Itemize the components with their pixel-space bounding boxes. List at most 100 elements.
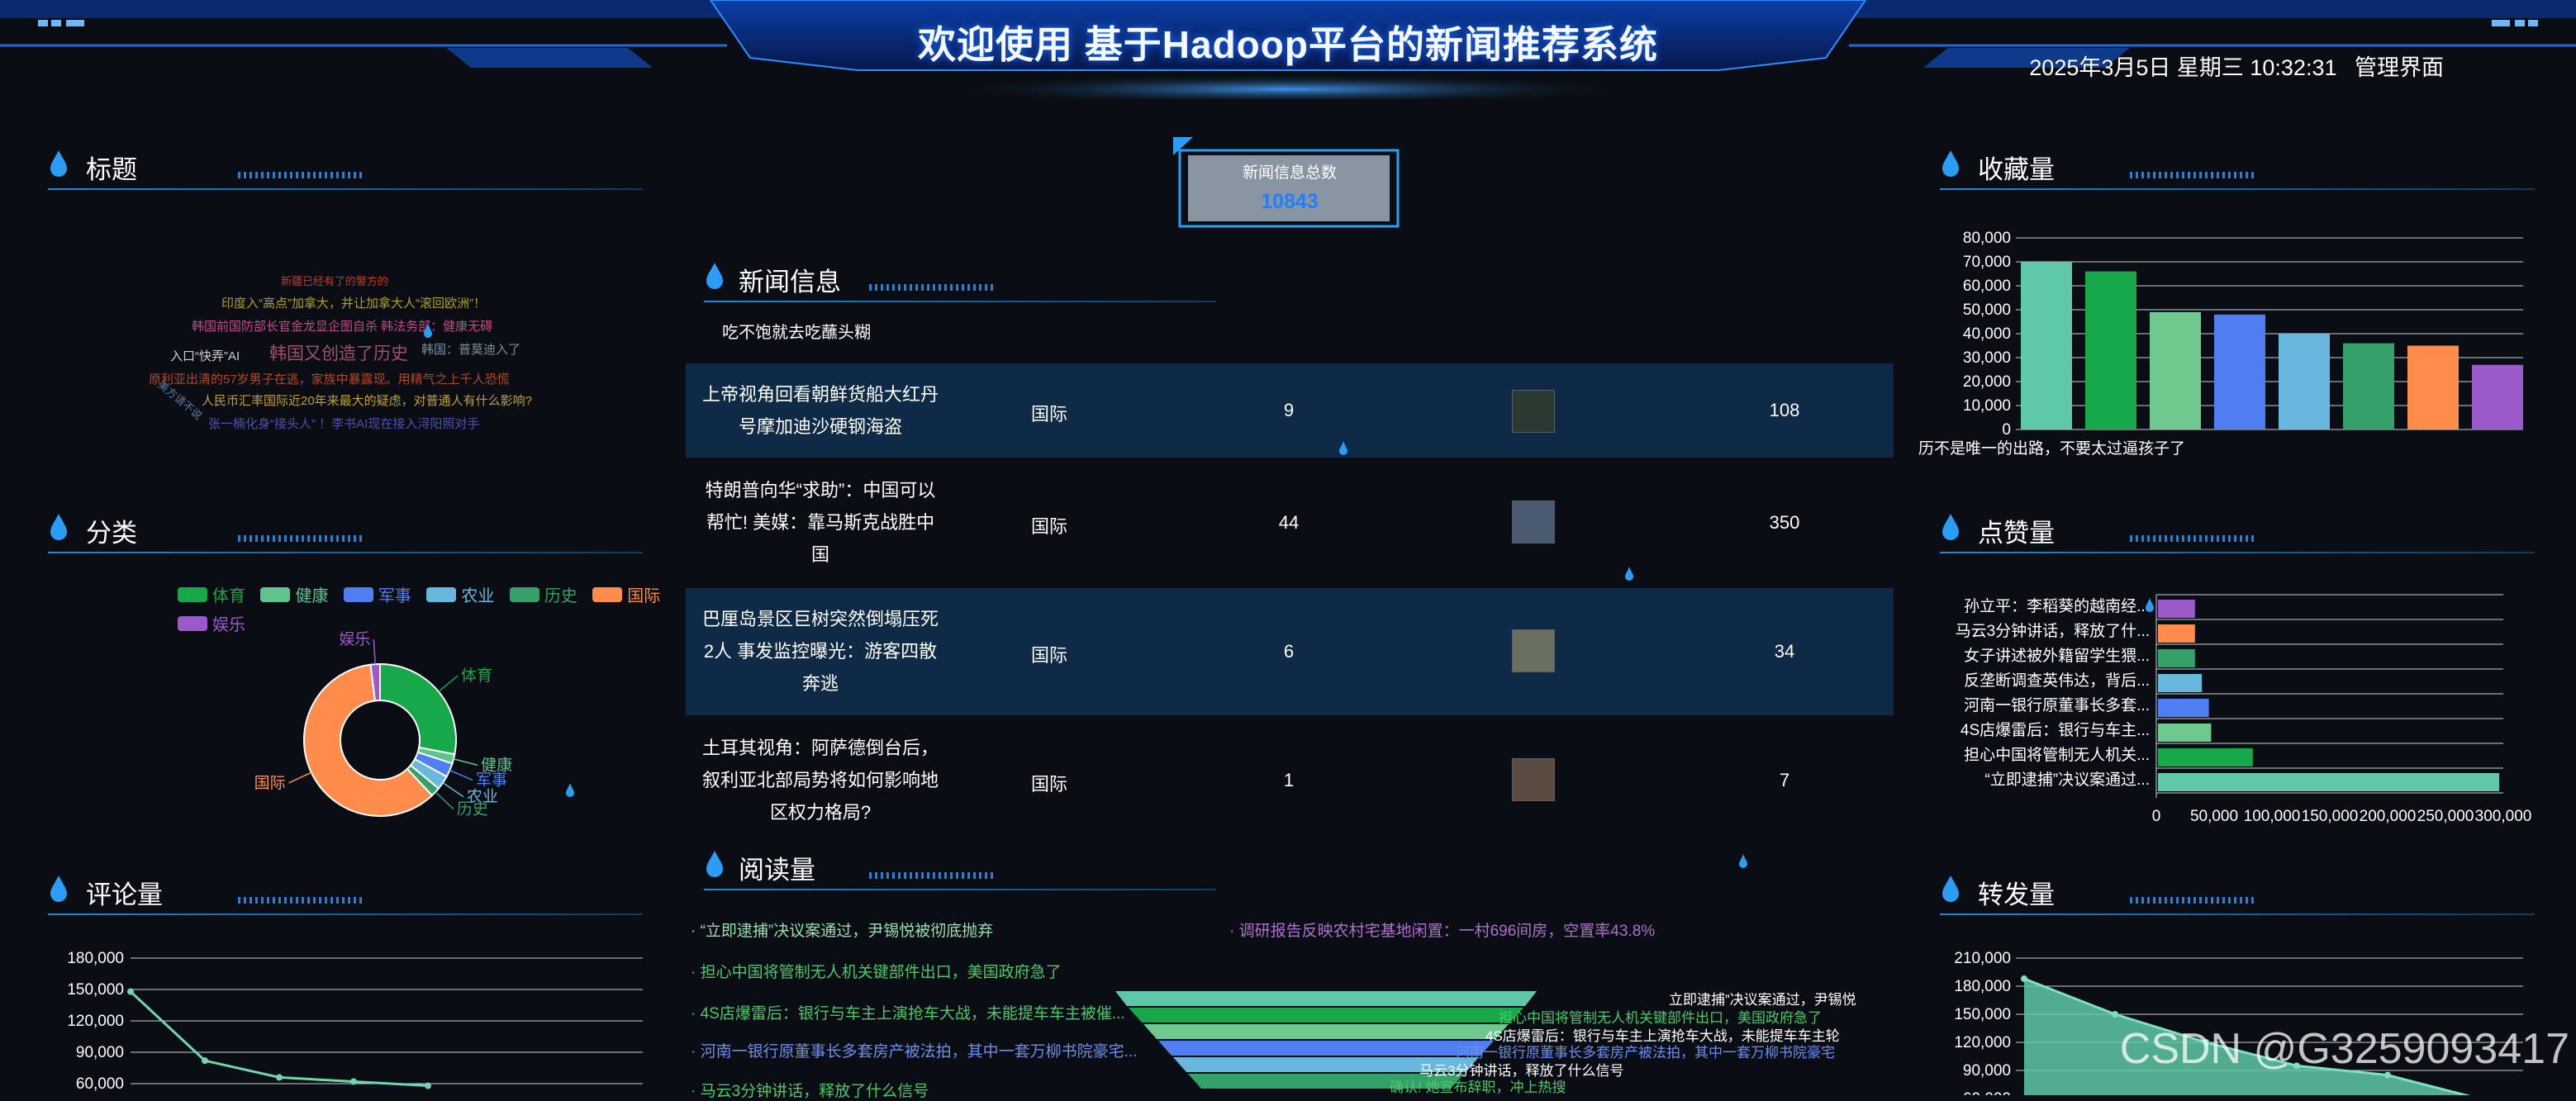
cloud-word[interactable]: 新疆已经有了的警方的 xyxy=(281,273,388,288)
category-label: 河南一银行原董事长多套... xyxy=(1964,696,2150,714)
datetime-text: 2025年3月5日 星期三 10:32:31 xyxy=(2029,55,2337,80)
cloud-word[interactable]: 韩国：普莫迪入了 xyxy=(421,340,520,358)
likes-bar[interactable] xyxy=(2158,624,2195,643)
favorites-bar[interactable] xyxy=(2021,262,2072,429)
news-thumbnail[interactable] xyxy=(1512,629,1555,672)
news-count: 7 xyxy=(1779,770,1790,790)
donut-leader xyxy=(373,639,376,665)
news-count: 108 xyxy=(1769,400,1800,420)
read-list-item[interactable]: · 担心中国将管制无人机关键部件出口，美国政府急了 xyxy=(691,960,1062,982)
legend-swatch xyxy=(592,586,623,602)
panel-header-news-info: 新闻信息 xyxy=(704,261,1885,302)
panel-title-reads: 阅读量 xyxy=(739,856,815,885)
legend-item[interactable]: 农业 xyxy=(426,582,494,606)
favorites-bar[interactable] xyxy=(2472,364,2523,429)
legend-label: 历史 xyxy=(544,587,577,605)
likes-bar[interactable] xyxy=(2158,748,2253,766)
legend-item[interactable]: 国际 xyxy=(592,582,660,606)
admin-link[interactable]: 管理界面 xyxy=(2355,55,2444,80)
y-tick-label: 50,000 xyxy=(1963,301,2011,319)
droplet-icon xyxy=(1942,876,1959,902)
likes-bar[interactable] xyxy=(2158,600,2195,618)
droplet-icon xyxy=(706,851,723,877)
droplet-icon xyxy=(50,876,67,902)
news-title[interactable]: 土耳其视角：阿萨德倒台后，叙利亚北部局势将如何影响地区权力格局? xyxy=(701,732,940,828)
read-item-text: “立即逮捕”决议案通过，尹锡悦被彻底抛弃 xyxy=(700,923,994,940)
raindrop-icon xyxy=(1739,854,1747,868)
header-bar: 欢迎使用 基于Hadoop平台的新闻推荐系统 2025年3月5日 星期三 10:… xyxy=(0,0,2576,99)
read-list-item[interactable]: · 调研报告反映农村宅基地闲置：一村696间房，空置率43.8% xyxy=(1229,918,1655,941)
donut-slice[interactable] xyxy=(379,662,457,756)
y-tick-label: 180,000 xyxy=(67,950,124,967)
news-thumbnail[interactable] xyxy=(1512,390,1555,433)
comments-point xyxy=(202,1057,208,1065)
cloud-word[interactable]: 韩国前国防部长官金龙显企图自杀 韩法务部：健康无碍 xyxy=(192,317,492,335)
x-tick-label: 100,000 xyxy=(2244,808,2301,825)
table-row[interactable]: 特朗普向华“求助”：中国可以帮忙! 美媒：靠马斯克战胜中国 国际 44 350 xyxy=(686,459,1894,586)
title-underline xyxy=(1940,914,2535,915)
y-tick-label: 60,000 xyxy=(76,1075,124,1093)
donut-label: 军事 xyxy=(476,771,507,789)
favorites-bar[interactable] xyxy=(2279,334,2330,429)
table-row[interactable]: 巴厘岛景区巨树突然倒塌压死2人 事发监控曝光：游客四散奔逃 国际 6 34 xyxy=(686,588,1894,715)
legend-item[interactable]: 健康 xyxy=(260,582,328,606)
cloud-word[interactable]: 韩国又创造了历史 xyxy=(269,340,408,365)
favorites-bar[interactable] xyxy=(2407,345,2459,430)
news-table-header: 吃不饱就去吃蘸头糊 xyxy=(686,319,1894,360)
news-thumbnail[interactable] xyxy=(1512,501,1555,543)
favorites-bar[interactable] xyxy=(2214,314,2265,429)
title-underline xyxy=(48,552,643,553)
donut-leader xyxy=(442,782,464,798)
news-title[interactable]: 上帝视角回看朝鲜货船大红丹号摩加迪沙硬钢海盗 xyxy=(701,378,940,443)
y-tick-label: 30,000 xyxy=(1963,349,2011,367)
read-list-item[interactable]: · 河南一银行原董事长多套房产被法拍，其中一套万柳书院豪宅... xyxy=(691,1039,1137,1061)
news-title[interactable]: 巴厘岛景区巨树突然倒塌压死2人 事发监控曝光：游客四散奔逃 xyxy=(701,603,940,700)
panel-header-category: 分类 xyxy=(48,512,643,553)
donut-leader xyxy=(435,791,454,810)
funnel-layer[interactable] xyxy=(1143,1024,1509,1039)
comments-point xyxy=(276,1074,283,1081)
favorites-bar[interactable] xyxy=(2150,311,2201,429)
cloud-word[interactable]: 张一楠化身“接头人” ！李书AI现在接入浔阳照对手 xyxy=(208,415,479,432)
likes-bar[interactable] xyxy=(2158,649,2195,667)
read-list-item[interactable]: · 马云3分钟讲话，释放了什么信号 xyxy=(691,1079,929,1101)
legend-item[interactable]: 历史 xyxy=(509,582,577,606)
likes-bar[interactable] xyxy=(2158,773,2499,791)
table-row[interactable]: 上帝视角回看朝鲜货船大红丹号摩加迪沙硬钢海盗 国际 9 108 xyxy=(686,363,1894,458)
legend-item[interactable]: 体育 xyxy=(178,582,245,606)
panel-title-shares: 转发量 xyxy=(1978,880,2055,909)
read-list-item[interactable]: · 4S店爆雷后：银行与车主上演抢车大战，未能提车车主被催... xyxy=(691,1001,1125,1023)
favorites-bar[interactable] xyxy=(2085,271,2136,429)
legend-item[interactable]: 军事 xyxy=(343,582,411,606)
likes-bar[interactable] xyxy=(2158,674,2203,692)
panel-title-category: 分类 xyxy=(86,519,137,548)
y-tick-label: 80,000 xyxy=(1963,230,2011,247)
droplet-icon xyxy=(1942,150,1959,177)
cloud-word[interactable]: 人民币汇率国际近20年来最大的疑虑，对普通人有什么影响? xyxy=(202,392,532,409)
news-total-value: 10843 xyxy=(1261,190,1319,213)
funnel-layer[interactable] xyxy=(1158,1041,1494,1056)
x-tick-label: 300,000 xyxy=(2475,808,2532,825)
cloud-word[interactable]: 印度入“高点”加拿大，并让加拿大人“滚回欧洲”！ xyxy=(221,294,486,311)
category-label: 反垄断调查英伟达，背后... xyxy=(1964,672,2150,690)
droplet-icon xyxy=(50,150,67,177)
cloud-word[interactable]: 原利亚出清的57岁男子在逃，家族中暴露现。用精气之上千人恐慌 xyxy=(149,370,510,387)
read-list-item[interactable]: · “立即逮捕”决议案通过，尹锡悦被彻底抛弃 xyxy=(691,918,993,941)
droplet-icon xyxy=(1942,514,1959,540)
funnel-layer[interactable] xyxy=(1129,1008,1523,1023)
favorites-bar[interactable] xyxy=(2343,343,2394,429)
likes-bar[interactable] xyxy=(2158,724,2212,742)
funnel-layer[interactable] xyxy=(1115,991,1537,1006)
cloud-word[interactable]: 入口“快弄”AI xyxy=(170,347,240,364)
donut-label: 国际 xyxy=(254,774,286,792)
x-tick-label: 200,000 xyxy=(2360,808,2417,825)
table-row[interactable]: 土耳其视角：阿萨德倒台后，叙利亚北部局势将如何影响地区权力格局? 国际 1 7 xyxy=(686,717,1894,844)
news-thumbnail[interactable] xyxy=(1512,758,1555,801)
news-title[interactable]: 特朗普向华“求助”：中国可以帮忙! 美媒：靠马斯克战胜中国 xyxy=(701,474,940,571)
x-tick-label: 150,000 xyxy=(2302,808,2359,825)
title-hatch xyxy=(869,872,993,879)
read-item-text: 担心中国将管制无人机关键部件出口，美国政府急了 xyxy=(700,964,1062,981)
likes-bar[interactable] xyxy=(2158,699,2209,717)
category-label: 4S店爆雷后：银行与车主... xyxy=(1961,721,2150,739)
title-hatch xyxy=(238,897,362,904)
